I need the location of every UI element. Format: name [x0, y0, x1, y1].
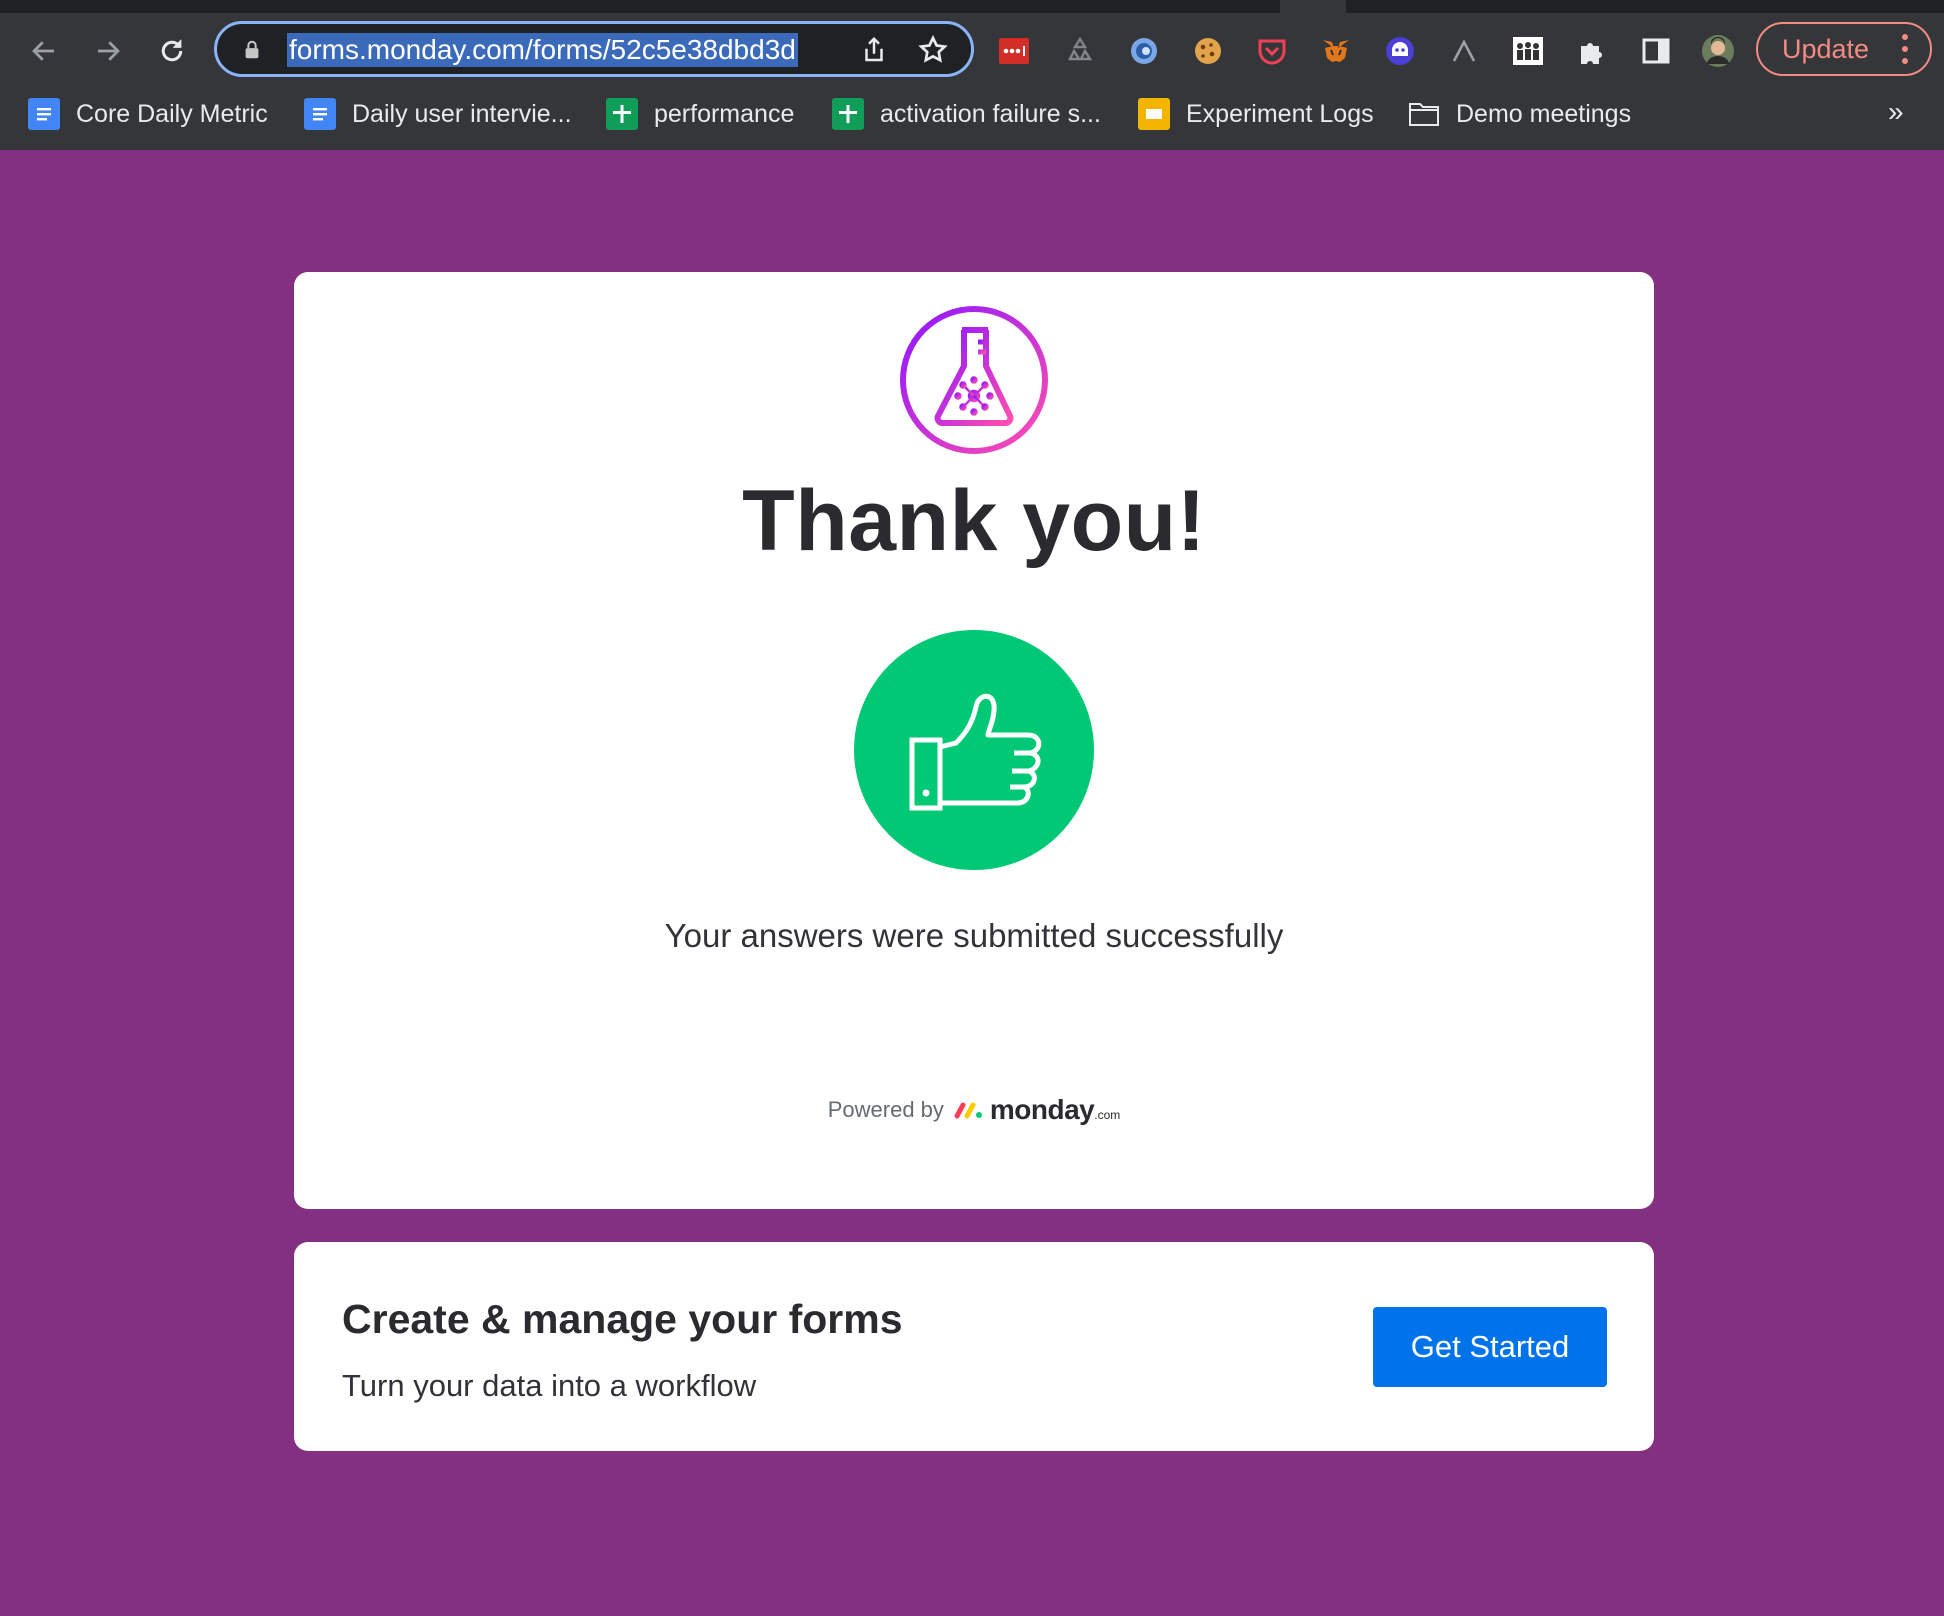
profile-avatar[interactable] [1700, 33, 1736, 69]
active-tab[interactable] [1280, 0, 1346, 13]
bookmark-daily-user-interviews[interactable]: Daily user intervie... [304, 92, 572, 136]
address-bar[interactable]: forms.monday.com/forms/52c5e38dbd3d [214, 21, 974, 77]
side-panel-icon[interactable] [1638, 33, 1674, 69]
update-label: Update [1782, 33, 1870, 64]
thank-you-title: Thank you! [742, 473, 1206, 569]
star-bookmark-icon[interactable] [917, 34, 949, 66]
bookmark-demo-meetings[interactable]: Demo meetings [1408, 92, 1631, 136]
arrow-left-icon [32, 41, 54, 61]
loop-icon[interactable] [1126, 33, 1162, 69]
slides-icon [1138, 98, 1170, 130]
share-icon[interactable] [859, 34, 889, 66]
metamask-icon[interactable] [1318, 33, 1354, 69]
promo-subheading: Turn your data into a workflow [342, 1368, 757, 1403]
crowd-icon[interactable] [1510, 33, 1546, 69]
lastpass-icon[interactable] [996, 33, 1032, 69]
bookmark-activation-failure[interactable]: activation failure s... [832, 92, 1101, 136]
back-button[interactable] [24, 31, 64, 71]
caret-icon[interactable] [1446, 33, 1482, 69]
monday-suffix: .com [1094, 1108, 1121, 1122]
thumbs-up-icon [909, 693, 1042, 811]
arrow-right-icon [98, 41, 120, 61]
bookmark-experiment-logs[interactable]: Experiment Logs [1138, 92, 1374, 136]
bookmark-label: Daily user intervie... [352, 99, 572, 128]
powered-by[interactable]: Powered by monday .com [294, 1094, 1654, 1126]
promo-heading: Create & manage your forms [342, 1296, 903, 1342]
success-message: Your answers were submitted successfully [664, 917, 1284, 954]
thank-you-card: Thank you! Your answers were submitted s… [294, 272, 1654, 1209]
folder-icon [1408, 98, 1440, 130]
bookmarks-bar: Core Daily Metric Daily user intervie...… [0, 92, 1944, 136]
puzzle-extensions-icon[interactable] [1574, 33, 1610, 69]
bookmark-label: activation failure s... [880, 99, 1101, 128]
reload-icon [161, 39, 183, 62]
flask-logo-icon [900, 306, 1048, 454]
ghost-bot-icon[interactable] [1382, 33, 1418, 69]
more-bookmarks-icon[interactable]: » [1888, 96, 1904, 128]
tab-strip [0, 0, 1944, 13]
powered-by-label: Powered by [827, 1097, 944, 1122]
get-started-button[interactable]: Get Started [1373, 1307, 1607, 1387]
bookmark-core-daily-metric[interactable]: Core Daily Metric [28, 92, 268, 136]
bookmark-label: Demo meetings [1456, 99, 1632, 128]
update-button[interactable]: Update [1756, 22, 1932, 76]
lock-icon [245, 40, 259, 59]
bookmark-performance[interactable]: performance [606, 92, 794, 136]
monday-wordmark: monday [989, 1094, 1095, 1125]
sheets-icon [832, 98, 864, 130]
cookie-icon[interactable] [1190, 33, 1226, 69]
success-badge [854, 630, 1094, 870]
reload-button[interactable] [152, 31, 192, 71]
sheets-icon [606, 98, 638, 130]
recycle-icon[interactable] [1062, 33, 1098, 69]
bookmark-label: performance [654, 99, 795, 128]
promo-card: Create & manage your forms Turn your dat… [294, 1242, 1654, 1451]
url-text[interactable]: forms.monday.com/forms/52c5e38dbd3d [287, 33, 798, 67]
forward-button[interactable] [88, 31, 128, 71]
kebab-menu-icon[interactable] [1902, 34, 1908, 70]
docs-icon [304, 98, 336, 130]
pocket-icon[interactable] [1254, 33, 1290, 69]
bookmark-label: Experiment Logs [1186, 99, 1374, 128]
browser-chrome: forms.monday.com/forms/52c5e38dbd3d Upda… [0, 0, 1944, 150]
bookmark-label: Core Daily Metric [76, 99, 268, 128]
docs-icon [28, 98, 60, 130]
browser-toolbar: forms.monday.com/forms/52c5e38dbd3d Upda… [0, 13, 1944, 87]
monday-logo-icon [954, 1101, 984, 1119]
